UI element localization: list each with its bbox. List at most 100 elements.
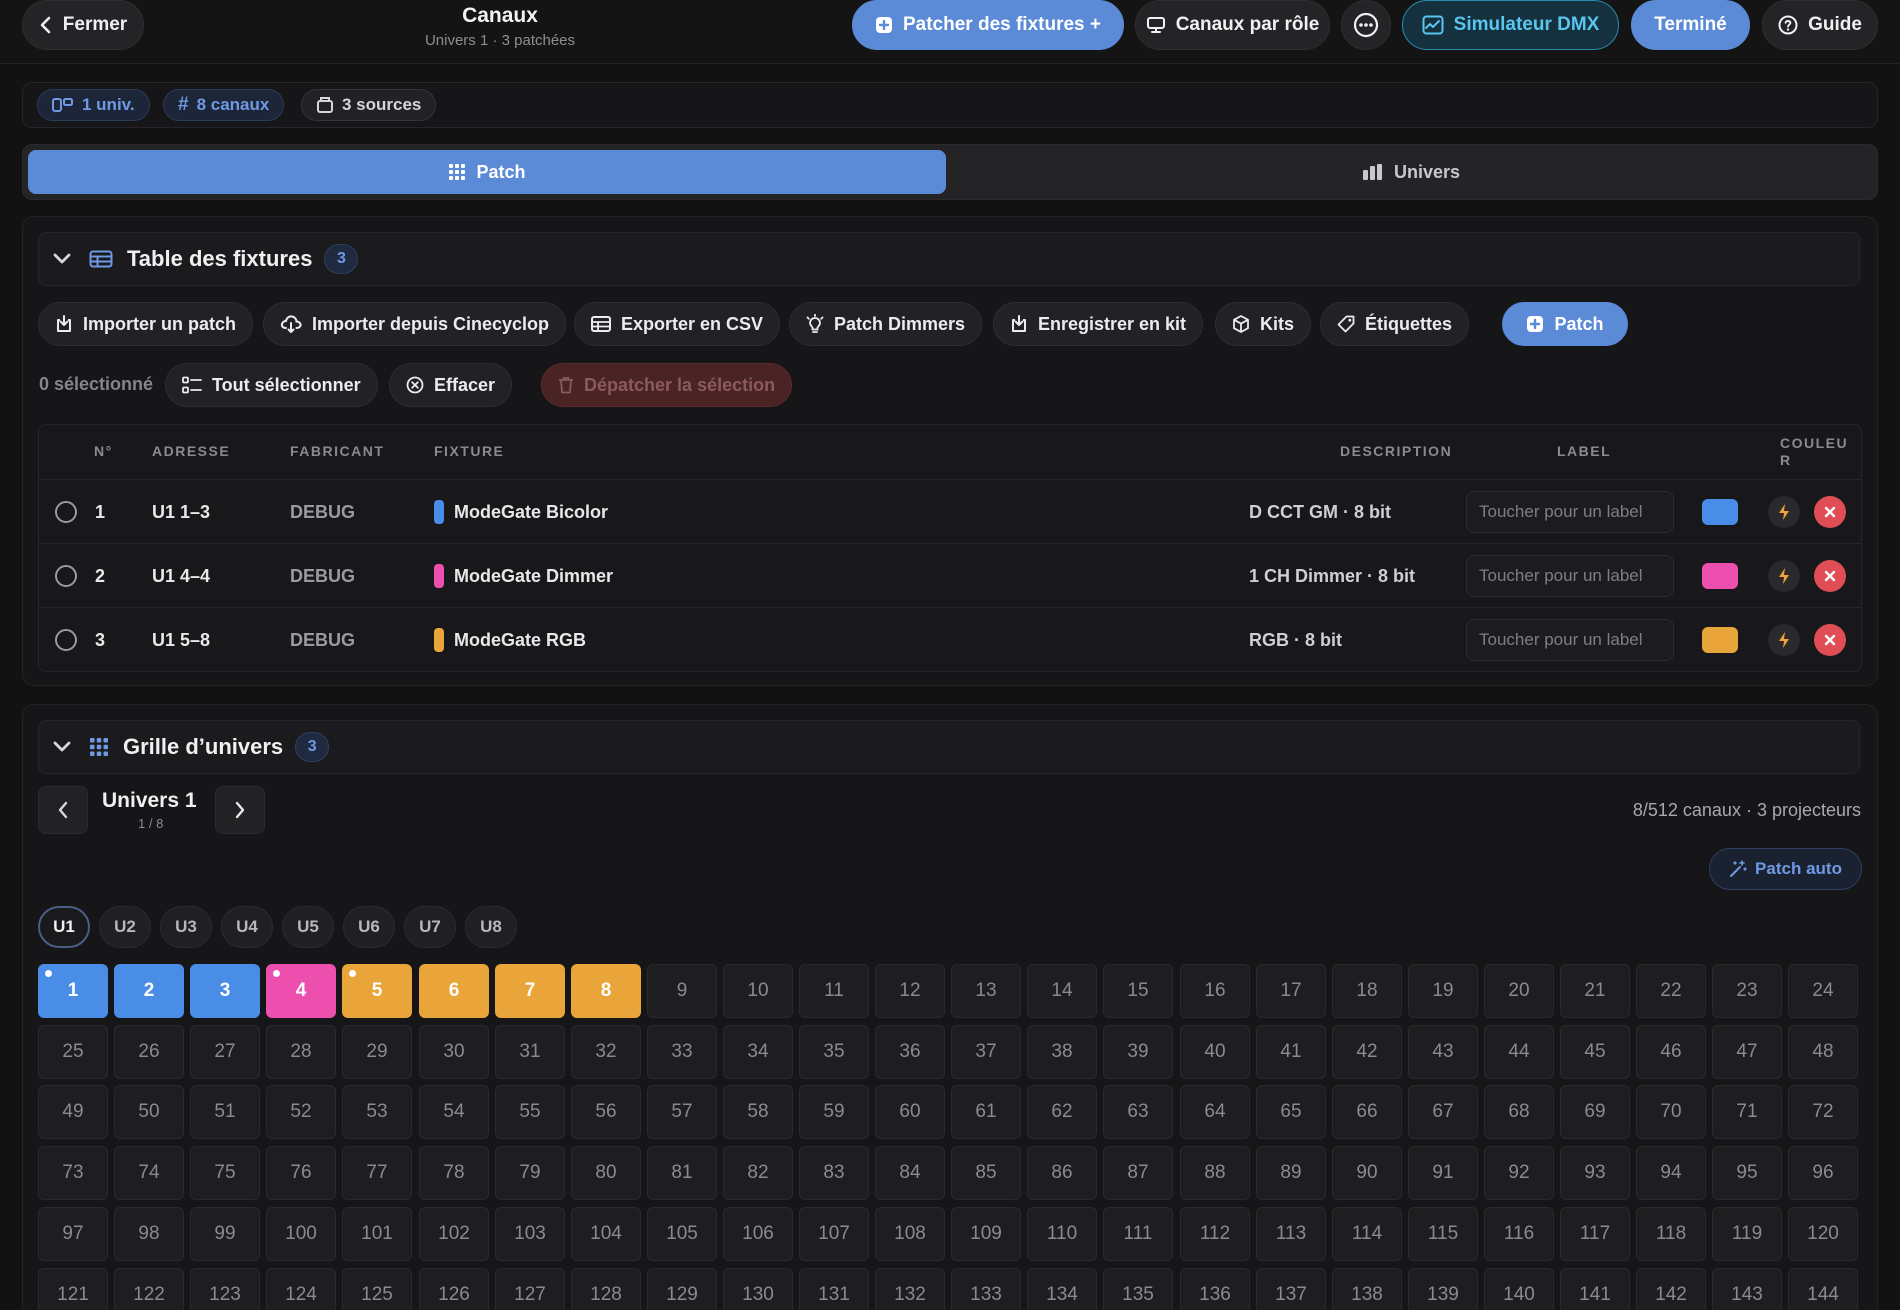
channel-cell-128[interactable]: 128 — [571, 1268, 641, 1310]
channel-cell-75[interactable]: 75 — [190, 1146, 260, 1200]
channel-cell-40[interactable]: 40 — [1180, 1025, 1250, 1079]
channel-cell-58[interactable]: 58 — [723, 1085, 793, 1139]
channel-cell-30[interactable]: 30 — [419, 1025, 489, 1079]
channel-cell-15[interactable]: 15 — [1103, 964, 1173, 1018]
remove-fixture-button[interactable] — [1814, 496, 1846, 528]
channel-cell-64[interactable]: 64 — [1180, 1085, 1250, 1139]
channel-cell-25[interactable]: 25 — [38, 1025, 108, 1079]
channel-cell-11[interactable]: 11 — [799, 964, 869, 1018]
channel-cell-116[interactable]: 116 — [1484, 1207, 1554, 1261]
channel-cell-83[interactable]: 83 — [799, 1146, 869, 1200]
channel-cell-132[interactable]: 132 — [875, 1268, 945, 1310]
channel-cell-33[interactable]: 33 — [647, 1025, 717, 1079]
channel-cell-90[interactable]: 90 — [1332, 1146, 1402, 1200]
channel-cell-100[interactable]: 100 — [266, 1207, 336, 1261]
channel-cell-126[interactable]: 126 — [419, 1268, 489, 1310]
channel-cell-114[interactable]: 114 — [1332, 1207, 1402, 1261]
row-select-radio[interactable] — [55, 565, 77, 587]
label-input[interactable]: Toucher pour un label — [1466, 491, 1674, 533]
channel-cell-73[interactable]: 73 — [38, 1146, 108, 1200]
channel-cell-86[interactable]: 86 — [1027, 1146, 1097, 1200]
channel-cell-85[interactable]: 85 — [951, 1146, 1021, 1200]
channel-cell-18[interactable]: 18 — [1332, 964, 1402, 1018]
channel-cell-72[interactable]: 72 — [1788, 1085, 1858, 1139]
channel-cell-20[interactable]: 20 — [1484, 964, 1554, 1018]
guide-button[interactable]: Guide — [1762, 0, 1878, 50]
channel-cell-119[interactable]: 119 — [1712, 1207, 1782, 1261]
channel-cell-111[interactable]: 111 — [1103, 1207, 1173, 1261]
channel-cell-47[interactable]: 47 — [1712, 1025, 1782, 1079]
color-swatch[interactable] — [1702, 499, 1738, 525]
channel-cell-103[interactable]: 103 — [495, 1207, 565, 1261]
channel-cell-133[interactable]: 133 — [951, 1268, 1021, 1310]
channels-by-role-button[interactable]: Canaux par rôle — [1135, 0, 1330, 50]
channel-cell-127[interactable]: 127 — [495, 1268, 565, 1310]
channel-cell-50[interactable]: 50 — [114, 1085, 184, 1139]
channel-cell-36[interactable]: 36 — [875, 1025, 945, 1079]
channel-cell-7[interactable]: 7 — [495, 964, 565, 1018]
flash-button[interactable] — [1768, 496, 1800, 528]
channel-cell-48[interactable]: 48 — [1788, 1025, 1858, 1079]
channel-cell-78[interactable]: 78 — [419, 1146, 489, 1200]
channel-cell-67[interactable]: 67 — [1408, 1085, 1478, 1139]
channel-cell-71[interactable]: 71 — [1712, 1085, 1782, 1139]
channel-cell-12[interactable]: 12 — [875, 964, 945, 1018]
channel-cell-39[interactable]: 39 — [1103, 1025, 1173, 1079]
remove-fixture-button[interactable] — [1814, 624, 1846, 656]
channel-cell-120[interactable]: 120 — [1788, 1207, 1858, 1261]
channel-cell-46[interactable]: 46 — [1636, 1025, 1706, 1079]
channel-cell-51[interactable]: 51 — [190, 1085, 260, 1139]
channel-cell-8[interactable]: 8 — [571, 964, 641, 1018]
save-kit-button[interactable]: Enregistrer en kit — [993, 302, 1204, 346]
universe-chip-u8[interactable]: U8 — [465, 906, 517, 948]
channel-cell-5[interactable]: 5 — [342, 964, 412, 1018]
channel-cell-65[interactable]: 65 — [1256, 1085, 1326, 1139]
channel-cell-63[interactable]: 63 — [1103, 1085, 1173, 1139]
channel-cell-66[interactable]: 66 — [1332, 1085, 1402, 1139]
universe-chip-u1[interactable]: U1 — [38, 906, 90, 948]
channel-cell-130[interactable]: 130 — [723, 1268, 793, 1310]
channel-cell-81[interactable]: 81 — [647, 1146, 717, 1200]
channel-cell-26[interactable]: 26 — [114, 1025, 184, 1079]
channel-cell-87[interactable]: 87 — [1103, 1146, 1173, 1200]
channel-cell-110[interactable]: 110 — [1027, 1207, 1097, 1261]
tab-patch[interactable]: Patch — [28, 150, 946, 194]
channel-cell-45[interactable]: 45 — [1560, 1025, 1630, 1079]
channel-cell-106[interactable]: 106 — [723, 1207, 793, 1261]
channel-cell-139[interactable]: 139 — [1408, 1268, 1478, 1310]
channel-cell-13[interactable]: 13 — [951, 964, 1021, 1018]
channel-cell-97[interactable]: 97 — [38, 1207, 108, 1261]
channel-cell-44[interactable]: 44 — [1484, 1025, 1554, 1079]
channel-cell-2[interactable]: 2 — [114, 964, 184, 1018]
universe-grid-header[interactable]: Grille d’univers 3 — [38, 720, 1860, 774]
channel-cell-27[interactable]: 27 — [190, 1025, 260, 1079]
channel-cell-53[interactable]: 53 — [342, 1085, 412, 1139]
channel-cell-98[interactable]: 98 — [114, 1207, 184, 1261]
export-csv-button[interactable]: Exporter en CSV — [574, 302, 781, 346]
channel-cell-34[interactable]: 34 — [723, 1025, 793, 1079]
next-universe-button[interactable] — [215, 786, 265, 834]
label-input[interactable]: Toucher pour un label — [1466, 555, 1674, 597]
clear-selection-button[interactable]: Effacer — [389, 363, 513, 407]
channel-cell-80[interactable]: 80 — [571, 1146, 641, 1200]
channel-cell-142[interactable]: 142 — [1636, 1268, 1706, 1310]
channel-cell-70[interactable]: 70 — [1636, 1085, 1706, 1139]
channel-cell-95[interactable]: 95 — [1712, 1146, 1782, 1200]
patch-button[interactable]: Patch — [1502, 302, 1628, 346]
channel-cell-102[interactable]: 102 — [419, 1207, 489, 1261]
close-button[interactable]: Fermer — [22, 0, 144, 50]
channel-cell-1[interactable]: 1 — [38, 964, 108, 1018]
kits-button[interactable]: Kits — [1215, 302, 1312, 346]
channel-cell-68[interactable]: 68 — [1484, 1085, 1554, 1139]
channel-cell-136[interactable]: 136 — [1180, 1268, 1250, 1310]
channel-cell-74[interactable]: 74 — [114, 1146, 184, 1200]
more-options-button[interactable] — [1341, 0, 1391, 50]
channel-cell-101[interactable]: 101 — [342, 1207, 412, 1261]
patch-dimmers-button[interactable]: Patch Dimmers — [789, 302, 983, 346]
import-patch-button[interactable]: Importer un patch — [38, 302, 254, 346]
universe-chip-u2[interactable]: U2 — [99, 906, 151, 948]
channel-cell-79[interactable]: 79 — [495, 1146, 565, 1200]
import-cinecyclop-button[interactable]: Importer depuis Cinecyclop — [263, 302, 567, 346]
channel-cell-76[interactable]: 76 — [266, 1146, 336, 1200]
color-swatch[interactable] — [1702, 563, 1738, 589]
